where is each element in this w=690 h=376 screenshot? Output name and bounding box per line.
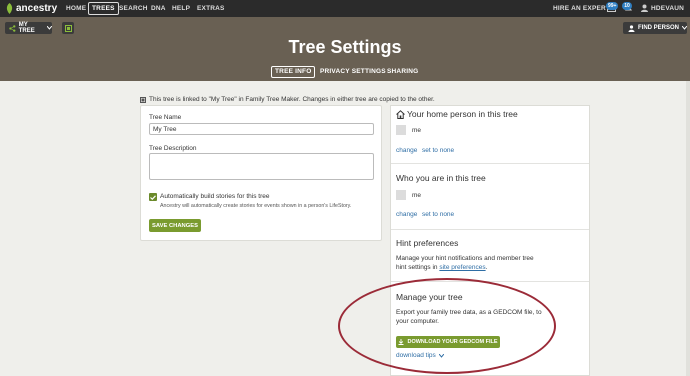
who-set-none-link[interactable]: set to none: [422, 211, 454, 218]
who-change-link[interactable]: change: [396, 211, 417, 218]
nav-help[interactable]: HELP: [172, 2, 190, 15]
divider: [391, 163, 589, 164]
period: .: [485, 264, 488, 271]
tree-name-input[interactable]: My Tree: [149, 123, 374, 135]
avatar: [396, 125, 406, 135]
my-tree-button[interactable]: MY TREE: [5, 22, 52, 34]
hint-preferences-text: Manage your hint notifications and membe…: [396, 255, 534, 262]
ftm-icon: [140, 96, 146, 103]
tab-privacy-settings[interactable]: PRIVACY SETTINGS: [320, 66, 386, 78]
site-preferences-link[interactable]: site preferences: [439, 264, 485, 271]
check-icon: [150, 194, 156, 200]
nav-user-name[interactable]: HDEVAUN: [651, 2, 684, 15]
ancestry-logo[interactable]: ancestry: [5, 2, 57, 15]
notifications-badge: 10: [622, 2, 632, 10]
save-changes-button[interactable]: SAVE CHANGES: [149, 219, 201, 232]
nav-home[interactable]: HOME: [66, 2, 86, 15]
leaf-logo-icon: [6, 3, 13, 14]
home-person-heading: Your home person in this tree: [407, 109, 518, 119]
home-person-name[interactable]: me: [412, 126, 421, 135]
hint-preferences-heading: Hint preferences: [396, 238, 459, 248]
chevron-down-icon: [47, 26, 52, 30]
linked-note: This tree is linked to "My Tree" in Fami…: [140, 96, 435, 103]
divider: [391, 229, 589, 230]
my-tree-label: MY TREE: [18, 22, 35, 34]
hint-preferences-line2: hint settings in site preferences.: [396, 263, 487, 272]
nav-hire-expert[interactable]: HIRE AN EXPERT: [553, 2, 610, 15]
tab-sharing[interactable]: SHARING: [387, 66, 418, 78]
linked-note-text: This tree is linked to "My Tree" in Fami…: [149, 96, 435, 103]
auto-stories-subtext: Ancestry will automatically create stori…: [160, 203, 352, 209]
home-set-none-link[interactable]: set to none: [422, 147, 454, 154]
find-person-label: FIND PERSON: [638, 25, 680, 31]
avatar: [396, 190, 406, 200]
house-icon: [396, 110, 405, 119]
tree-view-button[interactable]: [62, 22, 74, 34]
tree-description-input[interactable]: [149, 153, 374, 180]
messages-badge: 99+: [606, 2, 619, 10]
home-change-link[interactable]: change: [396, 147, 417, 154]
tree-description-label: Tree Description: [149, 145, 197, 152]
find-person-button[interactable]: FIND PERSON: [623, 22, 687, 34]
auto-stories-label: Automatically build stories for this tre…: [160, 193, 270, 200]
nav-search[interactable]: SEARCH: [119, 2, 148, 15]
auto-stories-checkbox[interactable]: [149, 193, 157, 201]
share-icon: [9, 24, 16, 32]
who-you-are-heading: Who you are in this tree: [396, 173, 486, 183]
annotation-ellipse: [338, 278, 556, 374]
nav-trees[interactable]: TREES: [88, 2, 119, 15]
tab-tree-info[interactable]: TREE INFO: [271, 66, 316, 78]
logo-text: ancestry: [16, 3, 58, 14]
scrollbar[interactable]: [686, 81, 690, 376]
hint-preferences-text-2: hint settings in: [396, 264, 440, 271]
nav-extras[interactable]: EXTRAS: [197, 2, 225, 15]
top-nav: ancestry HOME TREES SEARCH DNA HELP EXTR…: [0, 0, 690, 17]
who-you-are-name[interactable]: me: [412, 191, 421, 200]
tree-icon: [64, 24, 72, 32]
person-find-icon: [628, 24, 635, 32]
chevron-down-icon: [682, 26, 687, 30]
tree-name-label: Tree Name: [149, 114, 182, 121]
page-title: Tree Settings: [288, 37, 402, 57]
nav-dna[interactable]: DNA: [151, 2, 166, 15]
user-icon: [641, 4, 648, 12]
